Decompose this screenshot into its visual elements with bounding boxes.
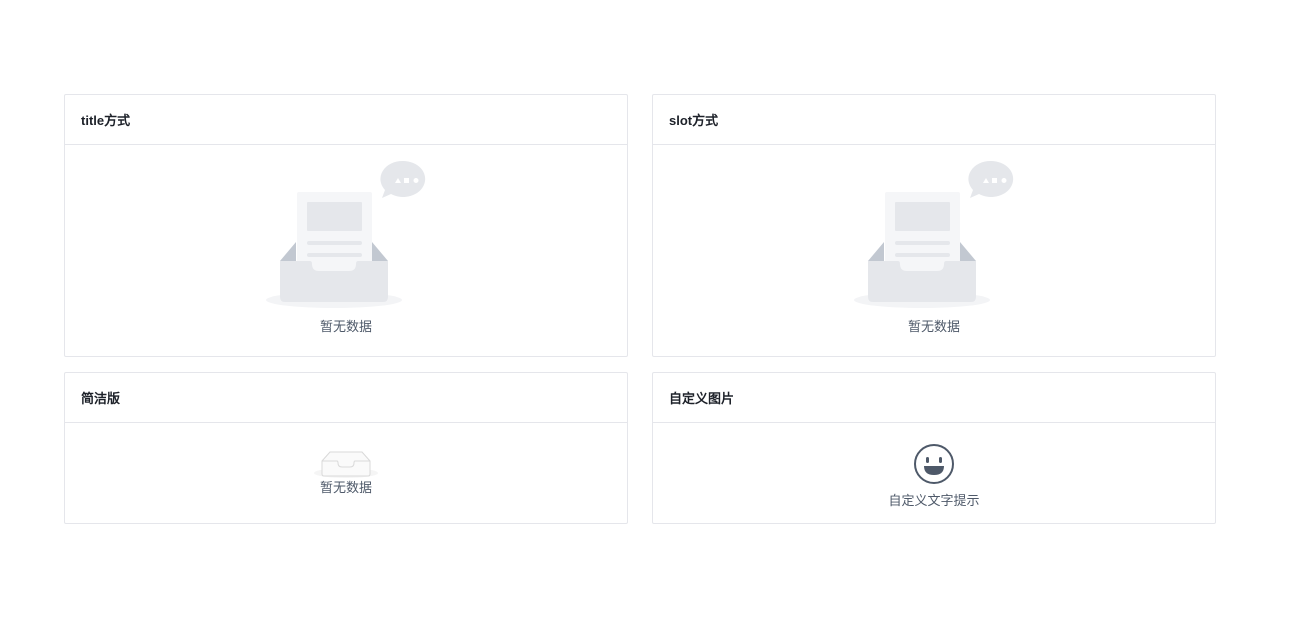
card-title: 自定义图片 — [653, 373, 1215, 423]
empty-text: 自定义文字提示 — [888, 493, 980, 508]
empty-text: 暂无数据 — [319, 480, 372, 495]
empty-text: 暂无数据 — [907, 319, 960, 334]
empty-tray-icon — [314, 451, 378, 478]
card-body: 暂无数据 — [65, 423, 627, 523]
card-title-mode: title方式 暂无数据 — [64, 94, 628, 357]
card-body: 暂无数据 — [65, 145, 627, 356]
card-title: 简洁版 — [65, 373, 627, 423]
card-title: slot方式 — [653, 95, 1215, 145]
card-body: 暂无数据 — [653, 145, 1215, 356]
card-title: title方式 — [65, 95, 627, 145]
demo-grid: title方式 暂无数据 slot方式 暂无数据 简洁版 暂无数据 自定义图片 … — [64, 94, 1216, 524]
smile-face-icon — [914, 444, 954, 484]
card-simple: 简洁版 暂无数据 — [64, 372, 628, 524]
card-slot-mode: slot方式 暂无数据 — [652, 94, 1216, 357]
empty-inbox-illustration — [266, 160, 426, 308]
card-body: 自定义文字提示 — [653, 423, 1215, 523]
empty-inbox-illustration — [854, 160, 1014, 308]
card-custom-image: 自定义图片 自定义文字提示 — [652, 372, 1216, 524]
empty-text: 暂无数据 — [319, 319, 372, 334]
